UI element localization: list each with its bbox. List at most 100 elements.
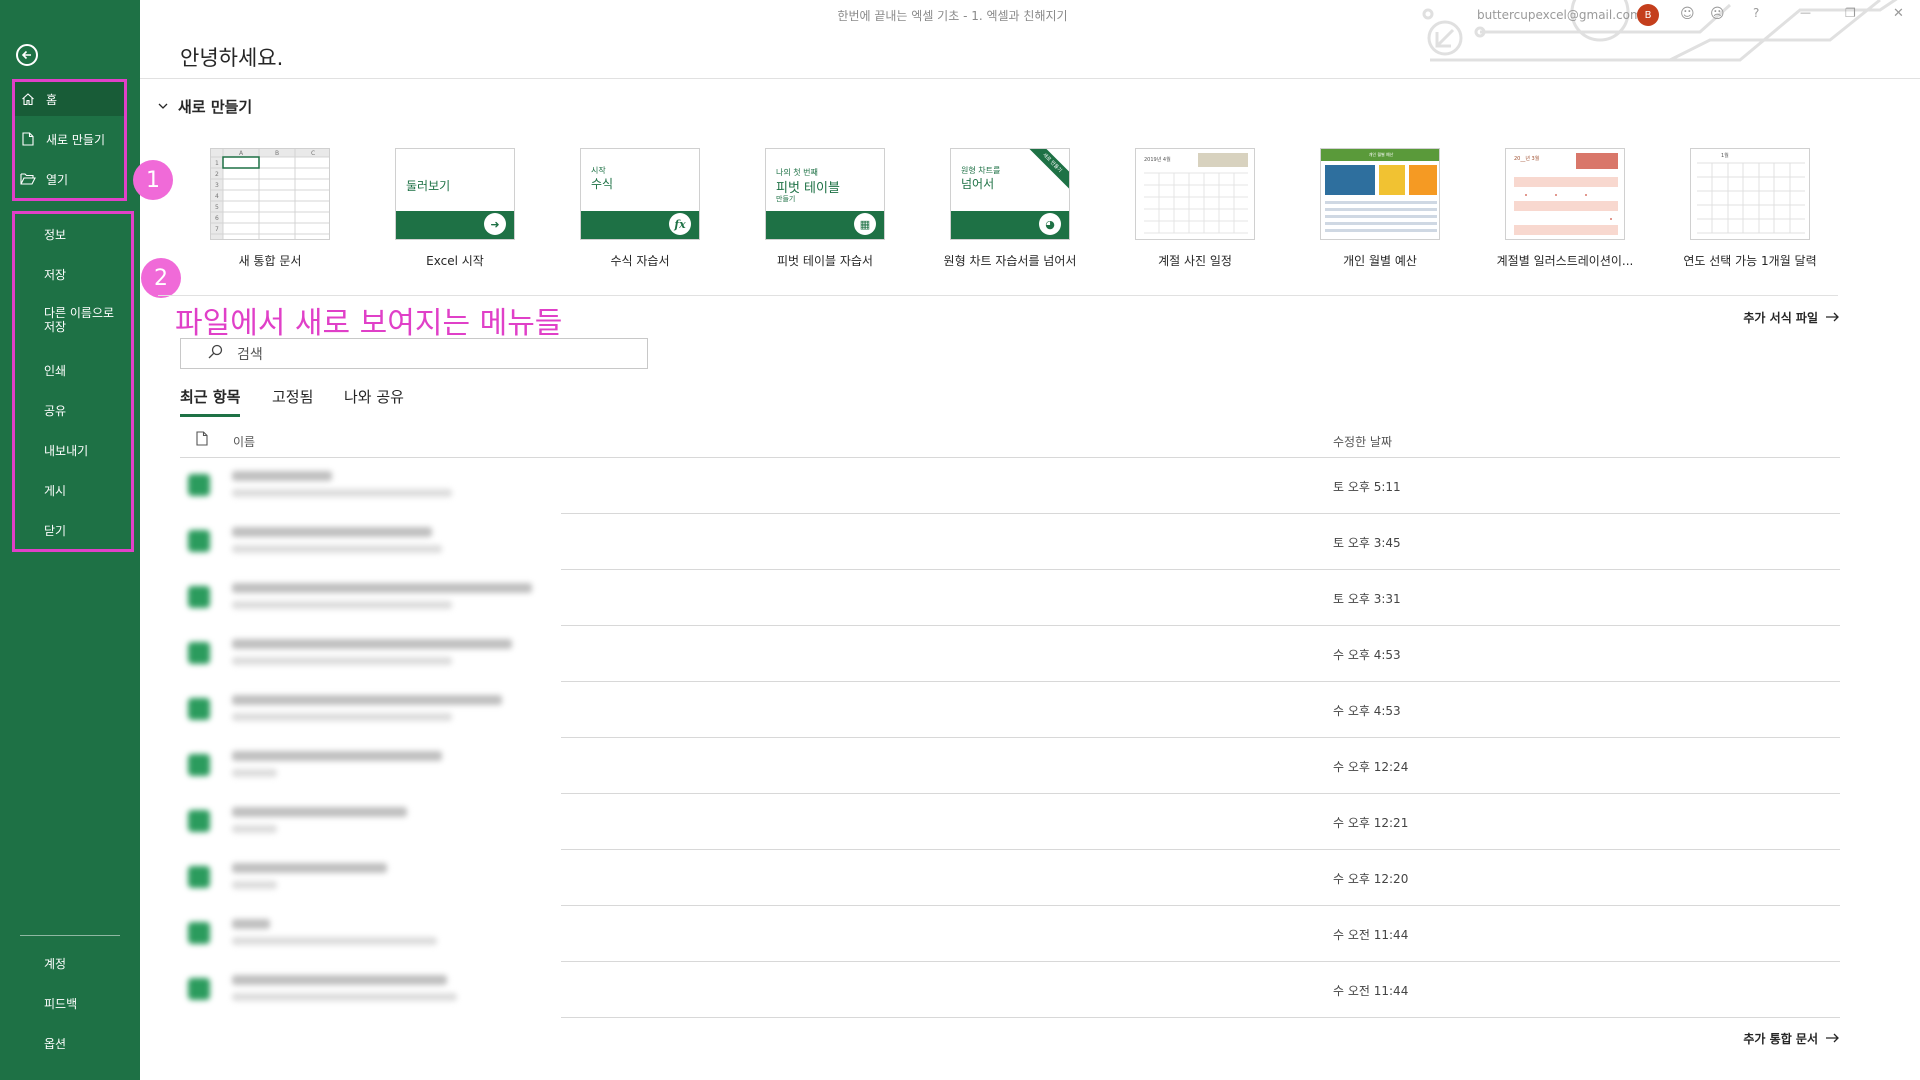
pivot-table-icon: ▦: [854, 213, 876, 235]
new-section-header[interactable]: 새로 만들기: [158, 96, 252, 117]
template-illustration-calendar[interactable]: 20__년 3월 계절별 일러스트레이션이...: [1497, 148, 1633, 269]
sidebar-item-label: 옵션: [44, 1036, 67, 1051]
column-modified[interactable]: 수정한 날짜: [1333, 433, 1392, 450]
template-thumb-small: 개인 월별 예산: [1321, 149, 1439, 161]
arrow-right-icon: ➜: [484, 213, 506, 235]
search-placeholder: 검색: [237, 346, 263, 363]
svg-text:1: 1: [215, 160, 219, 167]
page-title: 안녕하세요.: [180, 46, 284, 70]
sidebar-item-feedback[interactable]: 피드백: [14, 986, 126, 1020]
blurred-file-name: [180, 794, 560, 850]
template-label: 원형 차트 자습서를 넘어서: [943, 254, 1077, 268]
file-list-header: 이름 수정한 날짜: [180, 430, 1840, 458]
table-row[interactable]: 수 오전 11:44: [180, 906, 1840, 962]
section-title: 새로 만들기: [178, 98, 253, 116]
template-thumbnail: 나의 첫 번째 피벗 테이블 만들기 ▦: [765, 148, 885, 240]
blurred-file-name: [180, 570, 560, 626]
function-icon: fx: [669, 213, 691, 235]
arrow-right-icon: [1826, 311, 1840, 325]
tab-pinned[interactable]: 고정됨: [272, 386, 313, 414]
chevron-down-icon: [158, 100, 168, 113]
svg-text:6: 6: [215, 215, 219, 222]
window-title: 한번에 끝내는 엑셀 기초 - 1. 엑셀과 친해지기: [837, 9, 1068, 23]
file-modified-date: 수 오전 11:44: [1333, 984, 1409, 998]
template-label: 연도 선택 가능 1개월 달력: [1683, 254, 1817, 268]
spreadsheet-grid-icon: ABC 1234 567: [211, 149, 329, 239]
template-thumbnail: 개인 월별 예산: [1320, 148, 1440, 240]
column-name[interactable]: 이름: [233, 433, 255, 450]
template-monthly-budget[interactable]: 개인 월별 예산 개인 월별 예산: [1320, 148, 1440, 269]
more-documents-label: 추가 통합 문서: [1743, 1032, 1818, 1046]
table-row[interactable]: 토 오후 3:45: [180, 514, 1840, 570]
pie-chart-icon: ◕: [1039, 213, 1061, 235]
template-thumbnail: 2019년 4월: [1135, 148, 1255, 240]
table-row[interactable]: 수 오후 12:21: [180, 794, 1840, 850]
table-row[interactable]: 수 오전 11:44: [180, 962, 1840, 1018]
smiley-icon[interactable]: ☺: [1680, 6, 1695, 22]
account-email[interactable]: buttercupexcel@gmail.com: [1477, 8, 1642, 22]
templates-divider: [158, 295, 1838, 296]
template-label: Excel 시작: [426, 254, 484, 268]
sidebar-item-account[interactable]: 계정: [14, 946, 126, 980]
template-label: 피벗 테이블 자습서: [777, 254, 873, 268]
template-thumbnail: 시작 수식 fx: [580, 148, 700, 240]
new-ribbon: 새로 만들기: [1023, 149, 1069, 192]
template-month-calendar[interactable]: 1월 연도 선택 가능 1개월 달력: [1683, 148, 1817, 269]
close-icon[interactable]: ✕: [1893, 6, 1904, 21]
template-seasonal-calendar[interactable]: 2019년 4월 계절 사진 일정: [1135, 148, 1255, 269]
back-arrow-icon[interactable]: [16, 44, 38, 66]
table-row[interactable]: 수 오후 12:20: [180, 850, 1840, 906]
blurred-file-name: [180, 458, 560, 514]
template-pie-tutorial[interactable]: 원형 차트를 넘어서 새로 만들기 ◕ 원형 차트 자습서를 넘어서: [944, 148, 1076, 269]
svg-text:2: 2: [215, 171, 219, 178]
tab-recent[interactable]: 최근 항목: [180, 386, 241, 417]
file-modified-date: 토 오후 3:45: [1333, 536, 1401, 550]
annotation-badge-1: 1: [133, 160, 173, 200]
template-thumbnail: 원형 차트를 넘어서 새로 만들기 ◕: [950, 148, 1070, 240]
tab-shared-with-me[interactable]: 나와 공유: [344, 386, 404, 414]
blurred-file-name: [180, 514, 560, 570]
sidebar-item-label: 피드백: [44, 996, 78, 1011]
annotation-badge-2: 2: [141, 258, 181, 298]
template-blank-workbook[interactable]: ABC 1234 567 새 통합 문서: [210, 148, 330, 269]
file-modified-date: 수 오후 4:53: [1333, 704, 1401, 718]
more-templates-link[interactable]: 추가 서식 파일: [1743, 309, 1840, 326]
sidebar-item-options[interactable]: 옵션: [14, 1026, 126, 1060]
blurred-file-name: [180, 626, 560, 682]
template-label: 수식 자습서: [610, 254, 670, 268]
blurred-file-name: [180, 738, 560, 794]
template-thumbnail: ABC 1234 567: [210, 148, 330, 240]
svg-text:B: B: [275, 150, 279, 157]
minimize-icon[interactable]: —: [1800, 6, 1811, 19]
template-thumb-small: 20__년 3월: [1514, 156, 1540, 162]
table-row[interactable]: 수 오후 12:24: [180, 738, 1840, 794]
svg-text:5: 5: [215, 204, 219, 211]
sidebar-divider: [20, 935, 120, 936]
file-modified-date: 수 오후 12:20: [1333, 872, 1409, 886]
frown-icon[interactable]: ☹: [1710, 6, 1725, 22]
table-row[interactable]: 수 오후 4:53: [180, 682, 1840, 738]
svg-text:4: 4: [215, 193, 219, 200]
table-row[interactable]: 토 오후 3:31: [180, 570, 1840, 626]
template-pivot-tutorial[interactable]: 나의 첫 번째 피벗 테이블 만들기 ▦ 피벗 테이블 자습서: [765, 148, 885, 269]
template-thumb-text: 둘러보기: [406, 179, 451, 193]
annotation-box-1: [12, 79, 127, 201]
calendar-grid-icon: [1144, 172, 1248, 234]
template-label: 개인 월별 예산: [1343, 254, 1417, 268]
template-thumb-text: 수식: [591, 177, 614, 191]
search-input[interactable]: 검색: [180, 338, 648, 369]
blurred-file-name: [180, 962, 560, 1018]
template-excel-start[interactable]: 둘러보기 ➜ Excel 시작: [395, 148, 515, 269]
table-row[interactable]: 수 오후 4:53: [180, 626, 1840, 682]
file-modified-date: 수 오후 12:24: [1333, 760, 1409, 774]
table-row[interactable]: 토 오후 5:11: [180, 458, 1840, 514]
illustration-strip: [1576, 153, 1618, 169]
file-modified-date: 토 오후 3:31: [1333, 592, 1401, 606]
restore-icon[interactable]: ❐: [1845, 6, 1856, 20]
file-modified-date: 토 오후 5:11: [1333, 480, 1401, 494]
template-thumbnail: 20__년 3월: [1505, 148, 1625, 240]
template-formula-tutorial[interactable]: 시작 수식 fx 수식 자습서: [580, 148, 700, 269]
more-documents-link[interactable]: 추가 통합 문서: [1743, 1030, 1840, 1047]
avatar[interactable]: B: [1637, 4, 1659, 26]
help-icon[interactable]: ?: [1753, 6, 1759, 20]
